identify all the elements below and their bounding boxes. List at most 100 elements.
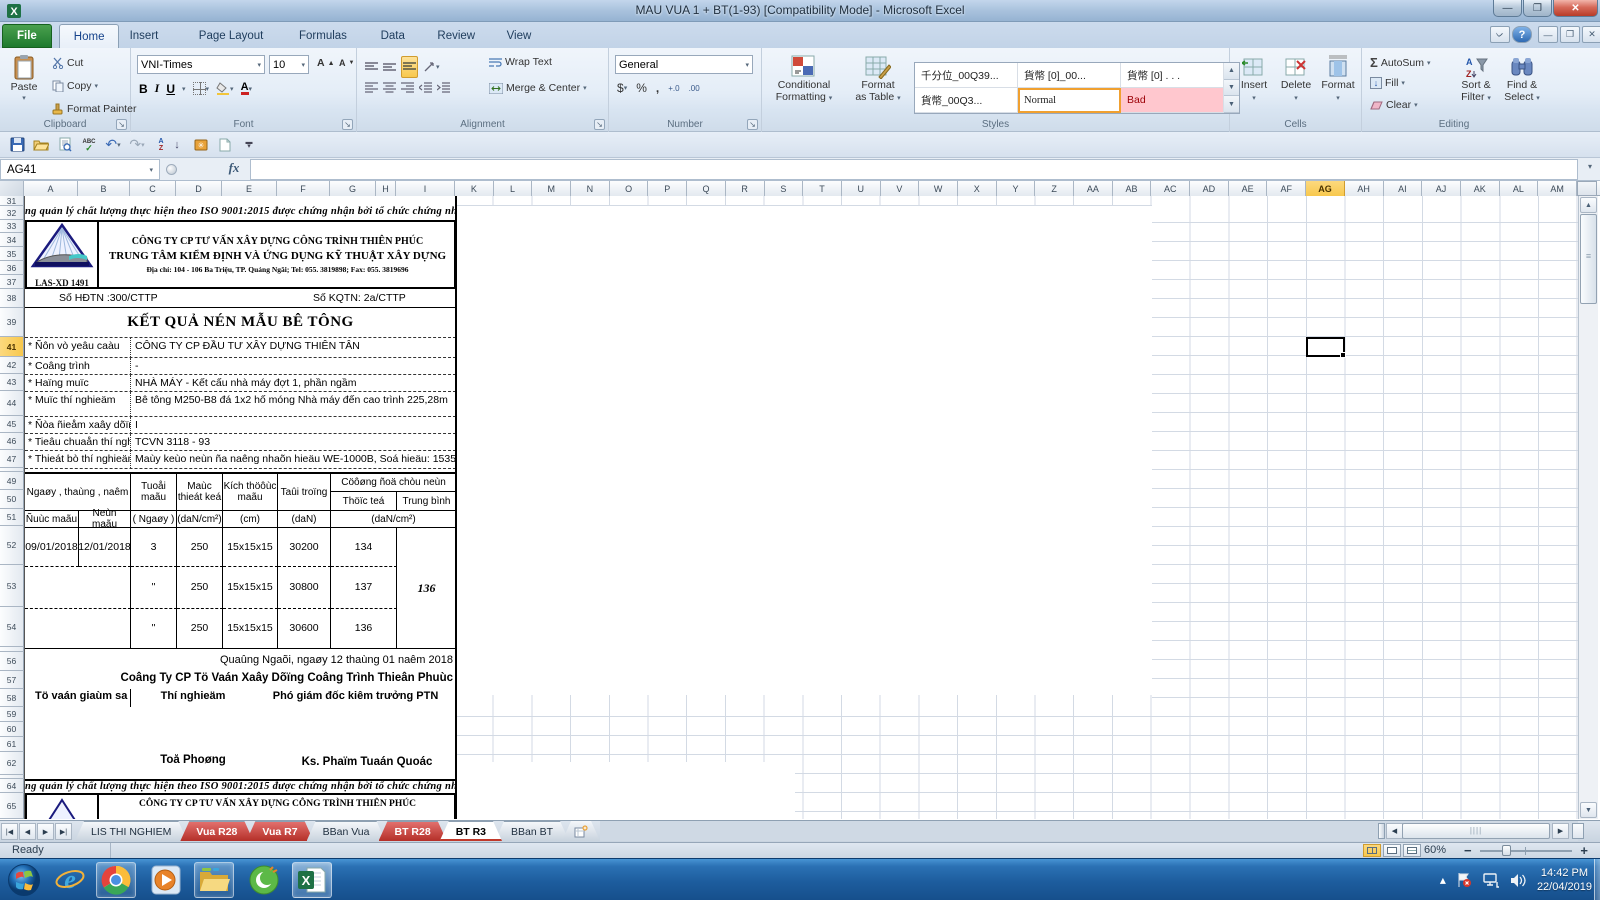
spelling-button[interactable]: ABC✓	[80, 135, 98, 155]
row-header-62[interactable]: 62	[0, 752, 24, 775]
underline-button[interactable]: U	[166, 82, 175, 96]
align-left-icon[interactable]	[365, 82, 378, 93]
ribbon-tab-page-layout[interactable]: Page Layout	[185, 24, 278, 48]
column-header-AA[interactable]: AA	[1074, 181, 1113, 196]
cell-style-4[interactable]: 貨幣_00Q3...	[915, 88, 1018, 113]
column-header-I[interactable]: I	[396, 181, 455, 196]
format-cells-button[interactable]: Format▾	[1318, 52, 1358, 105]
field-row-1[interactable]: * Ñôn vò yeâu caàuCÔNG TY CP ĐẦU TƯ XÂY …	[25, 338, 456, 358]
row-header-38[interactable]: 38	[0, 289, 24, 308]
cell-r3-c7[interactable]: 136	[331, 609, 397, 649]
sheet-tab-bt-r3[interactable]: BT R3	[440, 821, 502, 841]
column-header-L[interactable]: L	[494, 181, 533, 196]
th-load[interactable]: Taûi troïng	[278, 474, 331, 511]
row-header-34[interactable]: 34	[0, 233, 24, 247]
cell-r2-c3[interactable]: "	[131, 567, 177, 609]
column-header-V[interactable]: V	[881, 181, 920, 196]
row-header-43[interactable]: 43	[0, 374, 24, 391]
conditional-formatting-button[interactable]: ConditionalFormatting ▾	[766, 52, 842, 105]
worksheet-area[interactable]: ng quản lý chất lượng thực hiện theo ISO…	[0, 196, 1600, 820]
row-header-61[interactable]: 61	[0, 737, 24, 752]
cell-r3-c4[interactable]: 250	[177, 609, 223, 649]
copy-button[interactable]: Copy▾	[48, 79, 102, 93]
workbook-restore-button[interactable]: ❐	[1560, 26, 1580, 43]
scroll-up-arrow[interactable]: ▲	[1580, 197, 1597, 213]
test-results-table[interactable]: Ngaøy , thaùng , naêmTuoåi maãuMaùc thie…	[25, 472, 456, 647]
row-header-39[interactable]: 39	[0, 308, 24, 337]
number-format-select[interactable]: General▾	[615, 55, 753, 74]
field-row-7[interactable]: * Thieát bò thí nghieämMaùy keùo neùn ña…	[25, 451, 456, 469]
row-header-65[interactable]: 65	[0, 793, 24, 819]
redo-button[interactable]: ↷▾	[128, 135, 146, 155]
cut-button[interactable]: Cut	[48, 56, 87, 70]
column-header-X[interactable]: X	[958, 181, 997, 196]
format-as-table-button[interactable]: Formatas Table ▾	[846, 52, 910, 105]
zoom-out-button[interactable]: −	[1464, 843, 1472, 858]
column-header-P[interactable]: P	[648, 181, 687, 196]
file-explorer-icon[interactable]	[194, 862, 234, 898]
formula-input[interactable]	[250, 159, 1578, 180]
cell-style-5[interactable]: Normal	[1018, 88, 1121, 113]
th-average[interactable]: Trung bình	[397, 492, 456, 511]
vertical-scroll-thumb[interactable]	[1580, 214, 1597, 304]
column-header-F[interactable]: F	[277, 181, 330, 196]
media-player-icon[interactable]	[146, 862, 186, 898]
cell-r3-c5[interactable]: 15x15x15	[223, 609, 278, 649]
open-button[interactable]	[32, 135, 50, 155]
name-box-dropdown-arrow[interactable]: ▾	[149, 166, 153, 174]
ribbon-tab-formulas[interactable]: Formulas	[285, 24, 361, 48]
column-header-S[interactable]: S	[765, 181, 804, 196]
column-header-Q[interactable]: Q	[687, 181, 726, 196]
row-header-45[interactable]: 45	[0, 416, 24, 433]
row-header-41[interactable]: 41	[0, 337, 24, 357]
cell-style-2[interactable]: 貨幣 [0]_00...	[1018, 63, 1121, 88]
action-center-flag-icon[interactable]	[1456, 872, 1472, 888]
row-header-57[interactable]: 57	[0, 671, 24, 689]
paste-dropdown-arrow[interactable]: ▾	[22, 93, 26, 105]
th-crush-date[interactable]: Neùn maãu	[79, 511, 131, 528]
percent-style-button[interactable]: %	[636, 81, 647, 95]
formula-bar-expand-arrow[interactable]: ▾	[1582, 162, 1598, 177]
font-size-select[interactable]: 10▾	[269, 55, 309, 74]
increase-decimal-button[interactable]: +.0	[668, 84, 679, 93]
font-family-select[interactable]: VNI-Times▾	[137, 55, 265, 74]
zoom-slider-thumb[interactable]	[1502, 845, 1511, 856]
column-header-AM[interactable]: AM	[1538, 181, 1577, 196]
row-header-33[interactable]: 33	[0, 220, 24, 233]
ribbon-tab-file[interactable]: File	[2, 24, 52, 48]
zoom-slider-track[interactable]	[1480, 850, 1572, 852]
th-strength-unit[interactable]: (daN/cm²)	[331, 511, 456, 528]
document-title[interactable]: KẾT QUẢ NÉN MẪU BÊ TÔNG	[25, 308, 456, 337]
field-row-5[interactable]: * Ñòa ñieåm xaây dõïngI	[25, 417, 456, 434]
column-header-U[interactable]: U	[842, 181, 881, 196]
column-header-M[interactable]: M	[532, 181, 571, 196]
column-header-AF[interactable]: AF	[1267, 181, 1306, 196]
cell-r2-c5[interactable]: 15x15x15	[223, 567, 278, 609]
ribbon-tab-insert[interactable]: Insert	[116, 24, 173, 48]
scroll-right-arrow[interactable]: ▶	[1552, 823, 1569, 839]
signature-center2-title[interactable]: Toå Phoøng	[131, 754, 255, 774]
cell-dates-empty-1[interactable]	[25, 567, 131, 609]
th-cast-date[interactable]: Ñuùc maãu	[25, 511, 79, 528]
column-header-Z[interactable]: Z	[1035, 181, 1074, 196]
th-age-unit[interactable]: ( Ngaøy )	[131, 511, 177, 528]
alignment-dialog-launcher[interactable]: ↘	[594, 119, 605, 130]
header-split-box[interactable]	[1577, 181, 1597, 196]
column-header-AJ[interactable]: AJ	[1422, 181, 1461, 196]
window-minimize-button[interactable]: —	[1493, 0, 1522, 17]
decrease-decimal-button[interactable]: .00	[689, 84, 700, 93]
footer-company-line[interactable]: Coâng Ty CP Tö Vaán Xaây Dõïng Coâng Trì…	[25, 671, 453, 689]
cell-cast-date[interactable]: 09/01/2018	[25, 528, 79, 567]
row-header-47[interactable]: 47	[0, 450, 24, 468]
field-row-3[interactable]: * Haïng muïcNHÀ MÁY - Kết cấu nhà máy đợ…	[25, 375, 456, 392]
find-select-button[interactable]: Find &Select ▾	[1500, 52, 1544, 105]
zoom-slider[interactable]: − +	[1462, 843, 1592, 859]
comma-style-button[interactable]: ,	[656, 81, 659, 95]
bold-button[interactable]: B	[139, 82, 148, 96]
th-date-group[interactable]: Ngaøy , thaùng , naêm	[25, 474, 131, 511]
row-header-58[interactable]: 58	[0, 689, 24, 707]
coccoc-icon[interactable]	[244, 862, 284, 898]
cell-r1-c3[interactable]: 3	[131, 528, 177, 567]
row-header-42[interactable]: 42	[0, 357, 24, 374]
column-header-H[interactable]: H	[376, 181, 396, 196]
